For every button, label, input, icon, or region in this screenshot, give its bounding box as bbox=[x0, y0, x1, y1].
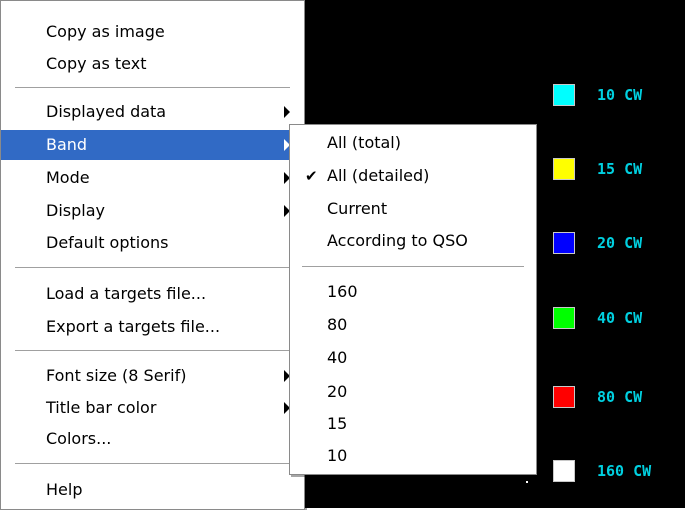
menu-item-title-bar-color[interactable]: Title bar color bbox=[1, 393, 304, 423]
chart-point bbox=[526, 481, 528, 483]
legend-label: 80 CW bbox=[597, 388, 643, 406]
legend-label: 40 CW bbox=[597, 309, 643, 327]
menu-item-label: Display bbox=[46, 201, 105, 220]
menu-item-label: Mode bbox=[46, 168, 90, 187]
legend-label: 10 CW bbox=[597, 86, 643, 104]
menu-item-displayed-data[interactable]: Displayed data bbox=[1, 97, 304, 127]
menu-item-label: Help bbox=[46, 480, 83, 499]
menu-item-mode[interactable]: Mode bbox=[1, 163, 304, 193]
legend-label: 160 CW bbox=[597, 462, 652, 480]
legend-swatch bbox=[553, 158, 575, 180]
menu-item-display[interactable]: Display bbox=[1, 196, 304, 226]
menu-item-help[interactable]: Help bbox=[1, 475, 304, 505]
submenu-item-all-total[interactable]: All (total) bbox=[290, 128, 536, 158]
menu-item-label: All (detailed) bbox=[327, 166, 430, 185]
menu-item-label: 160 bbox=[327, 282, 358, 301]
menu-item-copy-as-text[interactable]: Copy as text bbox=[1, 49, 304, 79]
menu-separator bbox=[15, 267, 290, 269]
legend-swatch bbox=[553, 84, 575, 106]
band-submenu: All (total) ✔ All (detailed) Current Acc… bbox=[289, 124, 537, 475]
menu-separator bbox=[302, 266, 524, 268]
menu-item-label: Copy as text bbox=[46, 54, 147, 73]
menu-item-default-options[interactable]: Default options bbox=[1, 228, 304, 258]
submenu-item-20[interactable]: 20 bbox=[290, 377, 536, 407]
menu-item-label: All (total) bbox=[327, 133, 401, 152]
menu-item-label: Colors... bbox=[46, 429, 112, 448]
menu-item-label: 20 bbox=[327, 382, 348, 401]
menu-item-label: Load a targets file... bbox=[46, 284, 207, 303]
menu-separator bbox=[15, 87, 290, 89]
menu-separator bbox=[15, 350, 290, 352]
legend-swatch bbox=[553, 386, 575, 408]
menu-item-label: Export a targets file... bbox=[46, 317, 221, 336]
menu-item-label: Default options bbox=[46, 233, 169, 252]
menu-item-label: 10 bbox=[327, 446, 348, 465]
menu-item-font-size[interactable]: Font size (8 Serif) bbox=[1, 361, 304, 391]
menu-separator bbox=[15, 463, 290, 465]
menu-item-label: Band bbox=[46, 135, 88, 154]
context-menu: Copy as image Copy as text Displayed dat… bbox=[0, 0, 305, 510]
menu-item-band[interactable]: Band bbox=[1, 130, 304, 160]
menu-item-label: 40 bbox=[327, 348, 348, 367]
menu-item-label: 80 bbox=[327, 315, 348, 334]
legend-swatch bbox=[553, 307, 575, 329]
submenu-item-160[interactable]: 160 bbox=[290, 277, 536, 307]
menu-item-label: Font size (8 Serif) bbox=[46, 366, 187, 385]
submenu-item-current[interactable]: Current bbox=[290, 194, 536, 224]
menu-item-label: Title bar color bbox=[46, 398, 157, 417]
checkmark-icon: ✔ bbox=[305, 167, 318, 185]
legend-swatch bbox=[553, 460, 575, 482]
menu-item-label: Current bbox=[327, 199, 388, 218]
legend-label: 20 CW bbox=[597, 234, 643, 252]
submenu-item-40[interactable]: 40 bbox=[290, 343, 536, 373]
menu-item-copy-as-image[interactable]: Copy as image bbox=[1, 17, 304, 47]
menu-item-load-targets[interactable]: Load a targets file... bbox=[1, 279, 304, 309]
menu-item-label: 15 bbox=[327, 414, 348, 433]
submenu-item-80[interactable]: 80 bbox=[290, 310, 536, 340]
menu-item-colors[interactable]: Colors... bbox=[1, 424, 304, 454]
submenu-item-10[interactable]: 10 bbox=[290, 441, 536, 471]
submenu-arrow-icon bbox=[284, 106, 290, 118]
legend-label: 15 CW bbox=[597, 160, 643, 178]
legend-swatch bbox=[553, 232, 575, 254]
menu-item-export-targets[interactable]: Export a targets file... bbox=[1, 312, 304, 342]
menu-item-label: According to QSO bbox=[327, 231, 468, 250]
submenu-item-all-detailed[interactable]: ✔ All (detailed) bbox=[290, 161, 536, 191]
menu-item-label: Displayed data bbox=[46, 102, 167, 121]
submenu-item-15[interactable]: 15 bbox=[290, 409, 536, 439]
submenu-item-according-to-qso[interactable]: According to QSO bbox=[290, 226, 536, 256]
menu-item-label: Copy as image bbox=[46, 22, 165, 41]
